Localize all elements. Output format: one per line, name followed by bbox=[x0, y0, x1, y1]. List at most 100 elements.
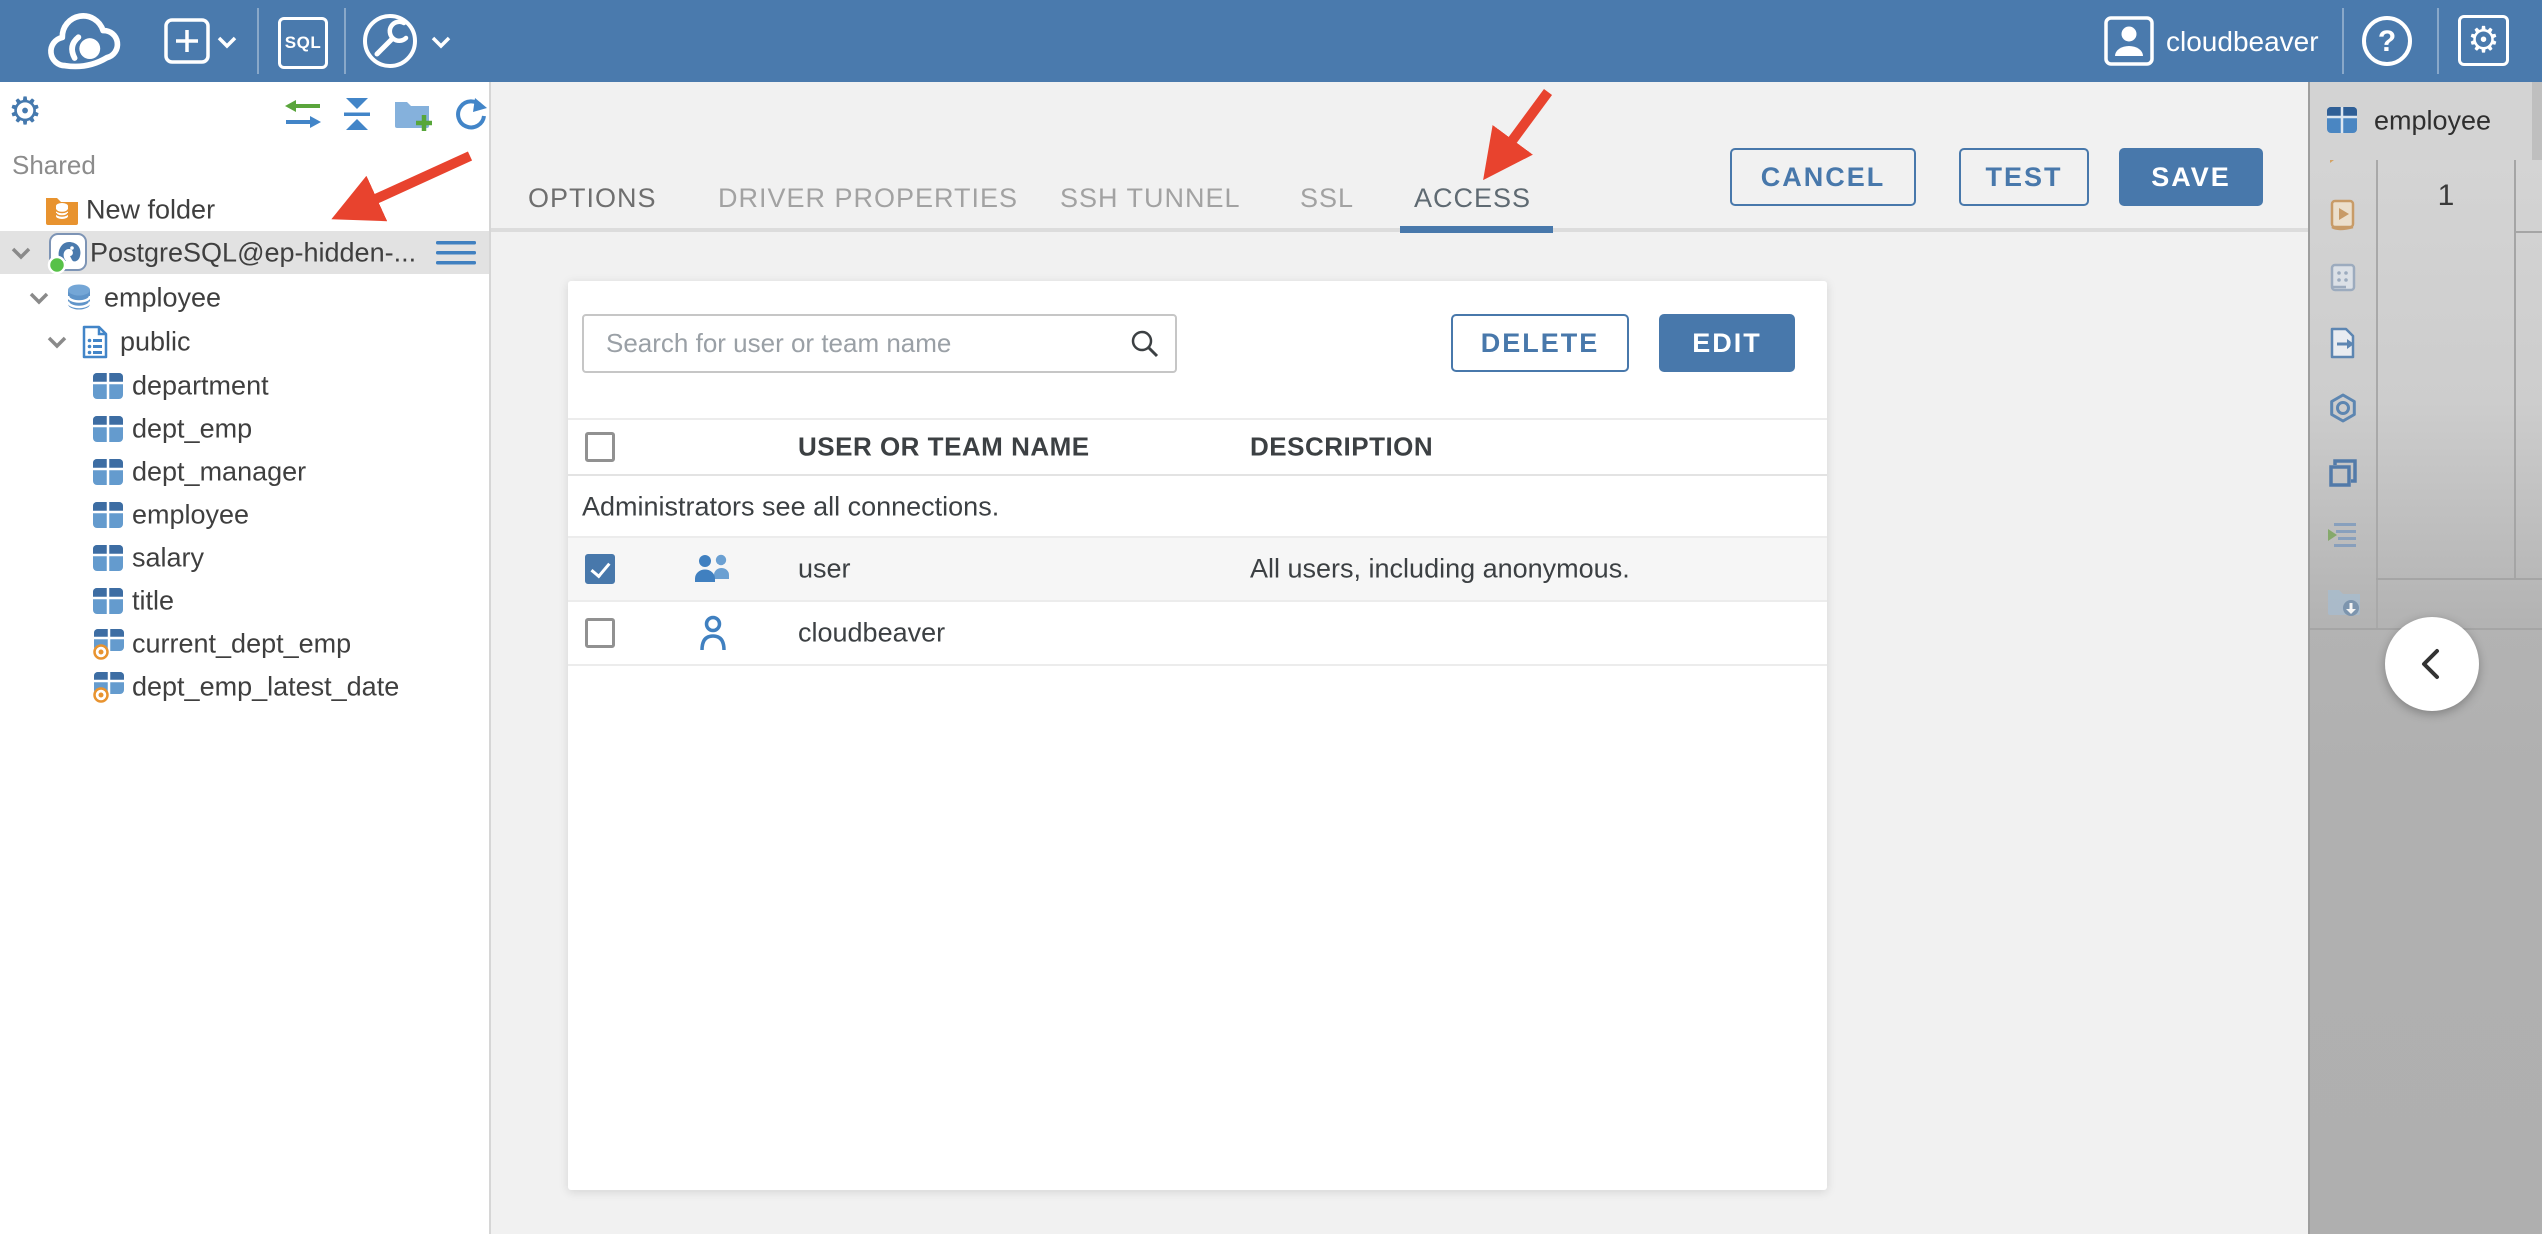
tab-options[interactable]: OPTIONS bbox=[528, 183, 657, 214]
topbar-separator bbox=[2342, 8, 2344, 74]
search-field bbox=[582, 314, 1177, 373]
grid-view-icon[interactable] bbox=[2326, 261, 2360, 295]
tree-item-label: title bbox=[132, 585, 175, 615]
tree-item-schema-public[interactable]: public bbox=[0, 320, 489, 363]
ai-assistant-icon[interactable] bbox=[2326, 391, 2360, 425]
svg-text:?: ? bbox=[2378, 25, 2396, 58]
grid-bottom-divider bbox=[2376, 578, 2542, 580]
tree-item-label: salary bbox=[132, 542, 205, 572]
cloudbeaver-app: SQL cloudbeaver ? ⚙ ⚙ Shared New folder … bbox=[0, 0, 2542, 1234]
table-row-user[interactable]: user All users, including anonymous. bbox=[568, 538, 1827, 602]
edit-button[interactable]: EDIT bbox=[1659, 314, 1795, 372]
row-checkbox[interactable] bbox=[585, 618, 615, 648]
row-checkbox[interactable] bbox=[585, 554, 615, 584]
connection-dialog-area: OPTIONS DRIVER PROPERTIES SSH TUNNEL SSL… bbox=[491, 82, 2308, 1234]
chevron-down-icon[interactable] bbox=[46, 335, 68, 349]
refresh-icon bbox=[456, 98, 487, 130]
tree-item-label: dept_emp bbox=[132, 413, 253, 443]
export-data-icon[interactable] bbox=[2326, 326, 2360, 360]
active-tab-indicator bbox=[1400, 226, 1553, 233]
save-button[interactable]: SAVE bbox=[2119, 148, 2263, 206]
new-connection-dropdown[interactable] bbox=[216, 35, 238, 54]
execute-script-icon[interactable] bbox=[2326, 198, 2360, 232]
admin-note-text: Administrators see all connections. bbox=[582, 491, 1000, 522]
user-menu-button[interactable] bbox=[2103, 15, 2155, 72]
connection-tools-dropdown[interactable] bbox=[430, 35, 452, 54]
test-button[interactable]: TEST bbox=[1959, 148, 2089, 206]
help-button[interactable]: ? bbox=[2360, 14, 2414, 73]
link-with-editor-button[interactable] bbox=[282, 96, 324, 137]
search-input[interactable] bbox=[582, 314, 1177, 373]
table-icon bbox=[92, 458, 124, 486]
column-header-name: USER OR TEAM NAME bbox=[798, 431, 1090, 462]
row-name: user bbox=[798, 553, 851, 584]
navigation-tree-panel: ⚙ Shared New folder PostgreSQL@ep-hidden… bbox=[0, 82, 491, 1234]
chevron-down-icon[interactable] bbox=[10, 246, 32, 260]
tree-item-database-employee[interactable]: employee bbox=[0, 276, 489, 319]
help-icon: ? bbox=[2362, 16, 2412, 66]
tab-ssl[interactable]: SSL bbox=[1300, 183, 1354, 214]
tree-item-table-title[interactable]: title bbox=[0, 579, 489, 622]
frame-icon[interactable] bbox=[2326, 456, 2360, 490]
user-name-label[interactable]: cloudbeaver bbox=[2166, 26, 2319, 58]
select-all-checkbox[interactable] bbox=[585, 432, 615, 462]
column-header-description: DESCRIPTION bbox=[1250, 431, 1434, 462]
sql-editor-button[interactable]: SQL bbox=[278, 17, 328, 69]
tree-item-view-current-dept-emp[interactable]: current_dept_emp bbox=[0, 622, 489, 665]
topbar-separator bbox=[2437, 8, 2439, 74]
connection-tools-button[interactable] bbox=[360, 9, 426, 78]
chevron-down-icon bbox=[431, 36, 451, 49]
tab-access[interactable]: ACCESS bbox=[1414, 183, 1531, 214]
tree-item-label: public bbox=[120, 326, 191, 356]
collapse-all-button[interactable] bbox=[338, 96, 376, 137]
tab-ssh-tunnel[interactable]: SSH TUNNEL bbox=[1060, 183, 1241, 214]
database-icon bbox=[62, 281, 96, 315]
cloudbeaver-logo bbox=[38, 5, 134, 82]
chevron-down-icon bbox=[217, 36, 237, 49]
topbar-separator bbox=[344, 8, 346, 74]
admin-note-row: Administrators see all connections. bbox=[568, 478, 1827, 538]
save-to-folder-icon[interactable] bbox=[2326, 584, 2362, 618]
connection-menu-icon[interactable] bbox=[434, 239, 478, 267]
output-log-icon[interactable] bbox=[2326, 521, 2360, 551]
refresh-button[interactable] bbox=[450, 95, 488, 138]
new-connection-button[interactable] bbox=[163, 17, 211, 70]
table-icon bbox=[92, 372, 124, 400]
tree-item-postgresql-connection[interactable]: PostgreSQL@ep-hidden-... bbox=[0, 231, 489, 274]
tree-item-new-folder[interactable]: New folder bbox=[0, 188, 489, 231]
editor-tab-strip: employee bbox=[2310, 82, 2542, 160]
grid-row-divider bbox=[2514, 231, 2542, 233]
access-panel: DELETE EDIT USER OR TEAM NAME DESCRIPTIO… bbox=[568, 281, 1827, 1190]
cancel-button[interactable]: CANCEL bbox=[1730, 148, 1916, 206]
settings-button[interactable]: ⚙ bbox=[2458, 15, 2509, 66]
table-icon bbox=[92, 415, 124, 443]
row-name: cloudbeaver bbox=[798, 617, 946, 648]
tree-item-label: current_dept_emp bbox=[132, 628, 352, 658]
user-icon bbox=[696, 614, 730, 652]
schema-icon bbox=[80, 325, 110, 359]
tree-item-table-department[interactable]: department bbox=[0, 364, 489, 407]
user-avatar-icon bbox=[2104, 16, 2154, 66]
chevron-left-icon bbox=[2422, 649, 2439, 679]
tree-item-label: dept_manager bbox=[132, 456, 307, 486]
tree-item-table-dept-emp[interactable]: dept_emp bbox=[0, 407, 489, 450]
gear-icon: ⚙ bbox=[2467, 19, 2500, 61]
tree-item-view-dept-emp-latest-date[interactable]: dept_emp_latest_date bbox=[0, 665, 489, 708]
tab-driver-properties[interactable]: DRIVER PROPERTIES bbox=[718, 183, 1018, 214]
tree-item-label: PostgreSQL@ep-hidden-... bbox=[90, 237, 417, 267]
tab-employee-table[interactable]: employee bbox=[2310, 82, 2532, 160]
tree-item-table-salary[interactable]: salary bbox=[0, 536, 489, 579]
tree-section-label: Shared bbox=[12, 150, 96, 180]
chevron-down-icon[interactable] bbox=[28, 291, 50, 305]
tree-item-table-employee[interactable]: employee bbox=[0, 493, 489, 536]
table-icon bbox=[92, 544, 124, 572]
add-folder-button[interactable] bbox=[392, 95, 434, 138]
grid-row-number: 1 bbox=[2437, 179, 2455, 212]
table-row-cloudbeaver[interactable]: cloudbeaver bbox=[568, 602, 1827, 666]
tree-item-table-dept-manager[interactable]: dept_manager bbox=[0, 450, 489, 493]
search-icon bbox=[1131, 330, 1159, 358]
tree-settings-gear-icon[interactable]: ⚙ bbox=[8, 92, 42, 130]
collapse-panel-button[interactable] bbox=[2385, 617, 2479, 711]
top-bar: SQL cloudbeaver ? ⚙ bbox=[0, 0, 2542, 82]
delete-button[interactable]: DELETE bbox=[1451, 314, 1629, 372]
